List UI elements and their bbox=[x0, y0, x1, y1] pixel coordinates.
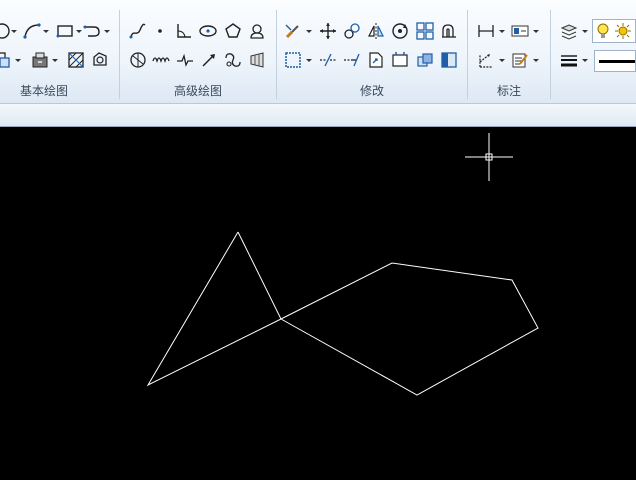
select-window-icon[interactable] bbox=[283, 50, 303, 70]
panel-annotation: 标注 bbox=[468, 0, 550, 103]
layer-dropdown[interactable] bbox=[581, 21, 589, 41]
region-icon[interactable] bbox=[0, 50, 12, 70]
polyline-dropdown[interactable] bbox=[103, 21, 111, 41]
panel-title-modify: 修改 bbox=[359, 84, 384, 98]
panel-title-basic-draw: 基本绘图 bbox=[19, 84, 68, 98]
angle-dimension-icon[interactable] bbox=[174, 21, 194, 41]
polyline-icon[interactable] bbox=[82, 21, 102, 41]
panel-title-advanced-draw: 高级绘图 bbox=[173, 84, 222, 98]
layer-sun-icon bbox=[613, 21, 633, 41]
layer-bulb-icon bbox=[594, 21, 614, 41]
arc-dropdown[interactable] bbox=[42, 21, 50, 41]
arc-icon[interactable] bbox=[22, 21, 42, 41]
stretch-icon[interactable] bbox=[366, 50, 386, 70]
panel-basic-draw: 基本绘图 bbox=[0, 0, 118, 103]
panel-modify: 修改 bbox=[277, 0, 467, 103]
table-icon[interactable] bbox=[247, 50, 267, 70]
move-icon[interactable] bbox=[318, 21, 338, 41]
erase-icon[interactable] bbox=[283, 21, 303, 41]
lineweight-dropdown[interactable] bbox=[581, 50, 589, 70]
trim-icon[interactable] bbox=[318, 50, 338, 70]
layer-combo[interactable] bbox=[592, 19, 636, 43]
drawing-canvas[interactable] bbox=[0, 127, 636, 480]
crosshair-cursor bbox=[465, 133, 513, 181]
leader-icon[interactable] bbox=[476, 50, 496, 70]
layer-copy-icon[interactable] bbox=[415, 50, 435, 70]
layer-manager-icon[interactable] bbox=[559, 21, 579, 41]
array-icon[interactable] bbox=[415, 21, 435, 41]
point-icon[interactable] bbox=[150, 21, 170, 41]
donut-icon[interactable] bbox=[128, 50, 148, 70]
extend-icon[interactable] bbox=[342, 50, 362, 70]
breakline-icon[interactable] bbox=[175, 50, 195, 70]
lineweight-icon[interactable] bbox=[559, 50, 579, 70]
insert-block-icon[interactable] bbox=[30, 50, 50, 70]
properties-icon[interactable] bbox=[439, 50, 459, 70]
ellipse-icon[interactable] bbox=[198, 21, 218, 41]
rectangle-icon[interactable] bbox=[55, 21, 75, 41]
lineweight-combo[interactable] bbox=[594, 50, 636, 72]
text-edit-dropdown[interactable] bbox=[532, 50, 540, 70]
hatch-icon[interactable] bbox=[66, 50, 86, 70]
mirror-icon[interactable] bbox=[366, 21, 386, 41]
polygon-shape[interactable] bbox=[280, 262, 539, 396]
tab-strip bbox=[0, 104, 636, 127]
polygon-icon[interactable] bbox=[223, 21, 243, 41]
offset-icon[interactable] bbox=[439, 21, 459, 41]
wipeout-icon[interactable] bbox=[151, 50, 171, 70]
triangle-shape[interactable] bbox=[146, 231, 282, 387]
dimension-style-icon[interactable] bbox=[510, 21, 530, 41]
ribbon: 基本绘图 高级绘图 修改 标注 bbox=[0, 0, 636, 104]
copy-icon[interactable] bbox=[342, 21, 362, 41]
explode-icon[interactable] bbox=[390, 50, 410, 70]
select-dropdown[interactable] bbox=[305, 50, 313, 70]
dimension-style-dropdown[interactable] bbox=[532, 21, 540, 41]
erase-dropdown[interactable] bbox=[305, 21, 313, 41]
circle-dropdown[interactable] bbox=[10, 21, 18, 41]
revcloud-icon[interactable] bbox=[247, 21, 267, 41]
insert-block-dropdown[interactable] bbox=[51, 50, 59, 70]
helix-icon[interactable] bbox=[223, 50, 243, 70]
drawing-svg bbox=[146, 133, 539, 396]
panel-advanced-draw: 高级绘图 bbox=[120, 0, 276, 103]
panel-title-annotation: 标注 bbox=[496, 84, 521, 98]
text-edit-icon[interactable] bbox=[510, 50, 530, 70]
linear-dimension-icon[interactable] bbox=[476, 21, 496, 41]
region-dropdown[interactable] bbox=[14, 50, 22, 70]
dimension-dropdown[interactable] bbox=[498, 21, 506, 41]
rotate-icon[interactable] bbox=[390, 21, 410, 41]
boundary-icon[interactable] bbox=[90, 50, 110, 70]
spline-icon[interactable] bbox=[128, 21, 148, 41]
arrow-line-icon[interactable] bbox=[199, 50, 219, 70]
leader-dropdown[interactable] bbox=[498, 50, 506, 70]
